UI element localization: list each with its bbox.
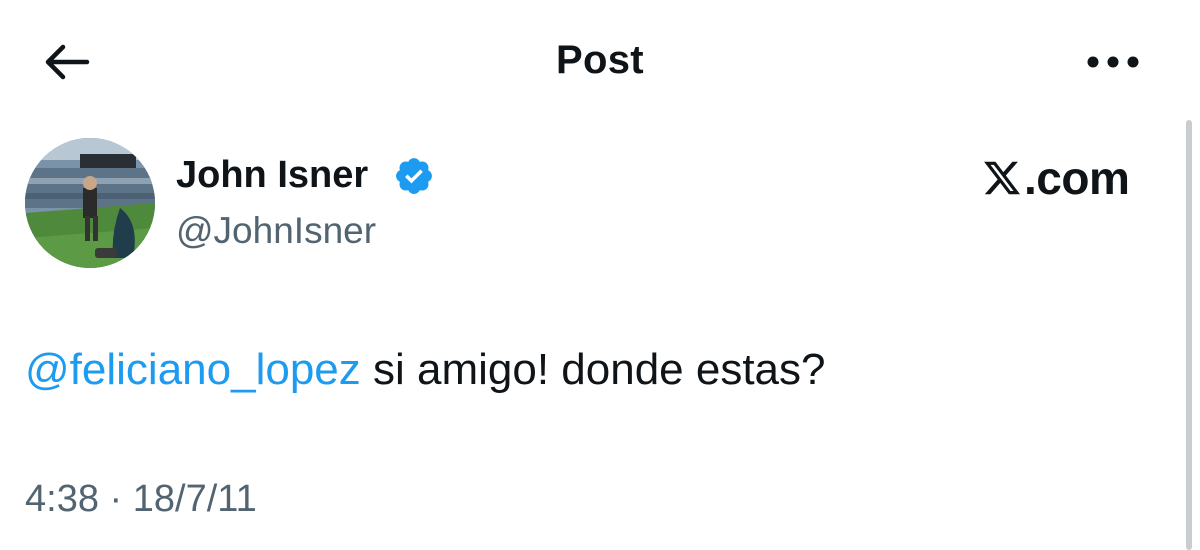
- tweet-timestamp[interactable]: 4:38 · 18/7/11: [25, 478, 257, 521]
- mention-link[interactable]: @feliciano_lopez: [25, 345, 361, 394]
- x-logo-icon: [984, 161, 1021, 195]
- scrollbar[interactable]: [1186, 120, 1192, 550]
- tweet-body: @feliciano_lopez si amigo! donde estas?: [25, 345, 826, 395]
- author-name[interactable]: John Isner: [176, 154, 368, 197]
- more-horizontal-icon: [1087, 56, 1139, 68]
- brand-text: .com: [1024, 152, 1130, 204]
- more-options-button[interactable]: [1078, 40, 1148, 84]
- tweet-time: 4:38: [25, 478, 99, 520]
- tweet-date: 18/7/11: [132, 478, 257, 520]
- verified-badge-icon: [396, 158, 432, 194]
- avatar[interactable]: [25, 138, 155, 268]
- page-title: Post: [556, 38, 644, 82]
- tweet-text: si amigo! donde estas?: [360, 345, 826, 394]
- author-handle[interactable]: @JohnIsner: [176, 210, 376, 252]
- top-bar: Post: [0, 0, 1200, 120]
- brand-watermark: .com: [982, 152, 1130, 204]
- meta-separator: ·: [98, 478, 133, 520]
